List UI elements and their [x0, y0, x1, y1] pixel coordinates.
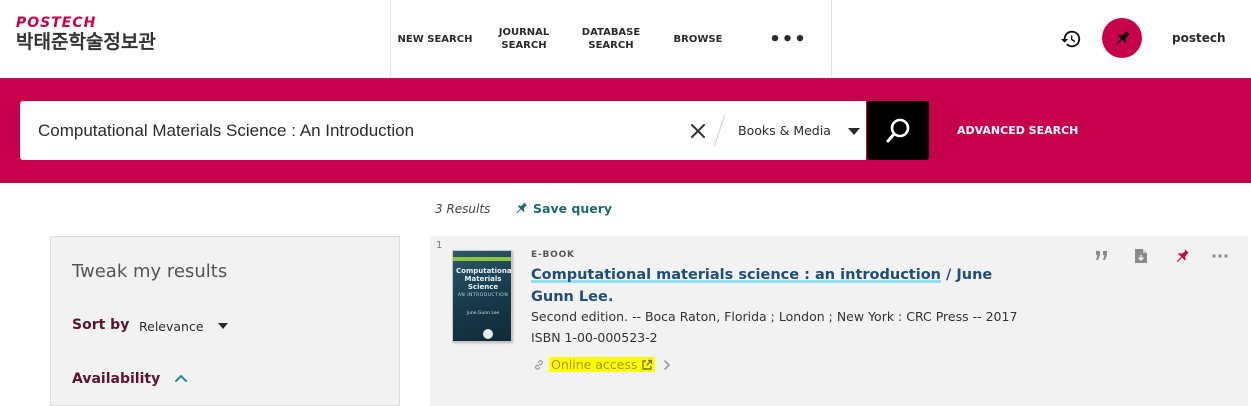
chevron-right-icon[interactable] — [663, 359, 671, 371]
nav-journal-search[interactable]: JOURNAL SEARCH — [481, 0, 567, 78]
history-icon[interactable] — [1058, 0, 1084, 78]
nav-more[interactable]: ••• — [743, 0, 833, 78]
online-access-link[interactable]: Online access — [549, 357, 656, 372]
library-logo[interactable]: POSTECH 박태준학술정보관 — [16, 16, 156, 54]
chevron-down-icon[interactable] — [848, 128, 860, 135]
availability-facet-toggle[interactable]: Availability — [72, 371, 160, 387]
more-actions-button[interactable] — [1210, 246, 1230, 266]
pinned-items-button[interactable] — [1102, 18, 1142, 58]
more-icon — [1212, 254, 1228, 258]
search-band: Books & Media ADVANCED SEARCH — [0, 78, 1251, 183]
search-button[interactable] — [867, 101, 929, 160]
sort-label: Sort by — [72, 317, 130, 333]
save-query-button[interactable]: Save query — [513, 199, 612, 217]
result-title: Computational materials science : an int… — [531, 264, 1001, 308]
advanced-search-link[interactable]: ADVANCED SEARCH — [957, 124, 1078, 137]
resource-type: E-BOOK — [531, 250, 575, 260]
pin-icon — [516, 202, 527, 214]
main-nav: NEW SEARCH JOURNAL SEARCH DATABASE SEARC… — [390, 0, 832, 78]
availability-line: Online access — [533, 357, 671, 372]
document-icon — [1135, 249, 1147, 263]
link-icon — [535, 359, 543, 370]
cover-subtitle: AN INTRODUCTION — [457, 293, 509, 298]
cover-band — [453, 257, 511, 261]
search-divider — [713, 115, 726, 146]
top-header: POSTECH 박태준학술정보관 NEW SEARCH JOURNAL SEAR… — [0, 0, 1251, 78]
pin-icon — [1116, 30, 1130, 45]
result-title-link[interactable]: Computational materials science : an int… — [531, 267, 941, 283]
chevron-down-icon[interactable] — [218, 323, 228, 329]
publisher-logo — [483, 329, 493, 339]
search-icon — [886, 118, 910, 142]
clear-search-button[interactable] — [685, 118, 711, 144]
result-number: 1 — [436, 240, 443, 251]
search-box: Books & Media — [20, 101, 866, 160]
nav-new-search[interactable]: NEW SEARCH — [391, 0, 479, 78]
pin-icon — [1176, 249, 1189, 262]
export-button[interactable] — [1131, 246, 1151, 266]
cite-button[interactable] — [1092, 246, 1112, 266]
logo-postech: POSTECH — [16, 15, 97, 31]
sort-select[interactable]: Relevance — [139, 319, 204, 334]
cover-title: Computational Materials Science — [456, 267, 512, 291]
result-edition-publisher: Second edition. -- Boca Raton, Florida ;… — [531, 309, 1018, 324]
external-link-icon — [642, 359, 653, 370]
book-cover-thumbnail[interactable]: Computational Materials Science AN INTRO… — [452, 250, 512, 342]
pin-record-button[interactable] — [1172, 246, 1192, 266]
save-query-label: Save query — [533, 200, 613, 216]
result-isbn: ISBN 1-00-000523-2 — [531, 330, 658, 345]
search-scope-select[interactable]: Books & Media — [738, 101, 831, 160]
search-input[interactable] — [38, 101, 678, 160]
nav-database-search[interactable]: DATABASE SEARCH — [567, 0, 655, 78]
facets-sidebar: Tweak my results Sort by Relevance Avail… — [50, 236, 400, 406]
user-account[interactable]: postech — [1172, 31, 1226, 45]
results-count: 3 Results — [435, 202, 491, 216]
online-access-label: Online access — [551, 357, 638, 372]
logo-library-name: 박태준학술정보관 — [16, 31, 156, 53]
close-icon — [691, 124, 705, 138]
chevron-up-icon[interactable] — [174, 371, 188, 390]
result-item: 1 Computational Materials Science AN INT… — [430, 236, 1248, 406]
cover-author: June Gunn Lee — [466, 311, 500, 316]
nav-browse[interactable]: BROWSE — [655, 0, 741, 78]
quote-icon — [1096, 251, 1107, 260]
sidebar-heading: Tweak my results — [72, 261, 228, 282]
